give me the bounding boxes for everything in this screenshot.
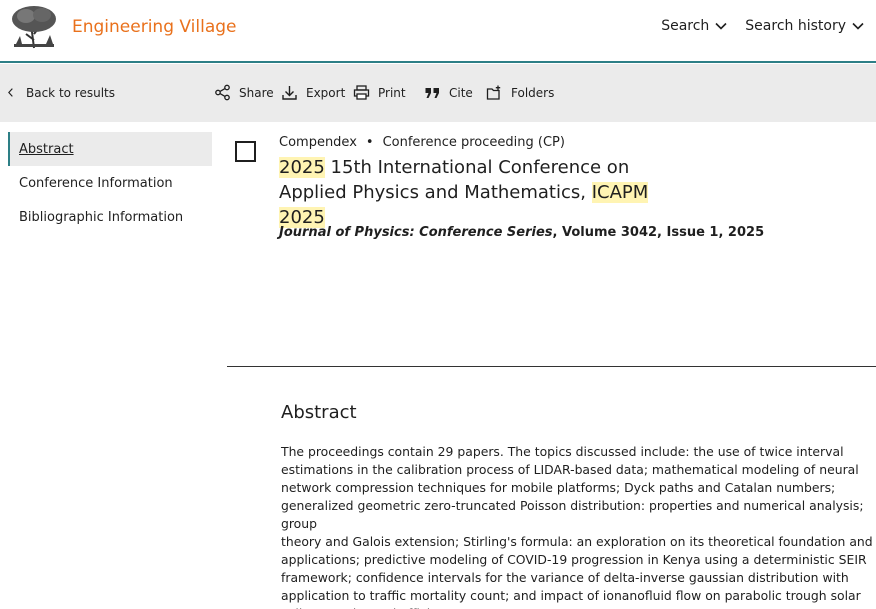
title-highlight-year: 2025 bbox=[279, 157, 325, 178]
share-button[interactable]: Share bbox=[214, 84, 274, 101]
select-record-checkbox[interactable] bbox=[235, 141, 256, 162]
share-label: Share bbox=[239, 85, 274, 100]
brand-title[interactable]: Engineering Village bbox=[72, 17, 237, 37]
printer-icon bbox=[353, 85, 370, 100]
meta-separator: • bbox=[365, 135, 374, 150]
record-meta: Compendex • Conference proceeding (CP) bbox=[279, 135, 565, 150]
abstract-heading: Abstract bbox=[281, 402, 357, 423]
print-label: Print bbox=[378, 85, 406, 100]
folders-button[interactable]: Folders bbox=[486, 84, 554, 101]
search-history-label: Search history bbox=[745, 18, 846, 34]
export-label: Export bbox=[306, 85, 346, 100]
back-to-results-button[interactable]: Back to results bbox=[6, 84, 115, 101]
search-menu[interactable]: Search bbox=[661, 18, 727, 34]
export-button[interactable]: Export bbox=[281, 84, 345, 101]
download-icon bbox=[282, 86, 297, 100]
database-label: Compendex bbox=[279, 135, 357, 150]
search-menu-label: Search bbox=[661, 18, 710, 34]
doc-type-label: Conference proceeding (CP) bbox=[382, 135, 565, 150]
sidebar-item-conference-information[interactable]: Conference Information bbox=[8, 166, 212, 200]
chevron-down-icon bbox=[715, 22, 727, 30]
folder-add-icon bbox=[486, 85, 501, 100]
record-title: 2025 15th International Conference on Ap… bbox=[279, 155, 699, 230]
top-nav: Search Search history bbox=[661, 18, 864, 34]
sidebar-item-bibliographic-information[interactable]: Bibliographic Information bbox=[8, 200, 212, 234]
sidebar-item-abstract[interactable]: Abstract bbox=[8, 132, 212, 166]
top-header: Engineering Village Search Search histor… bbox=[0, 0, 876, 63]
title-highlight-acronym: ICAPM bbox=[591, 182, 649, 203]
section-divider bbox=[227, 366, 876, 367]
abstract-text: The proceedings contain 29 papers. The t… bbox=[281, 444, 873, 609]
record-toolbar: Back to results Share Export Print Cite … bbox=[0, 64, 876, 122]
volume-issue: , Volume 3042, Issue 1, 2025 bbox=[552, 225, 765, 240]
source-journal: Journal of Physics: Conference Series, V… bbox=[279, 225, 764, 240]
journal-name[interactable]: Journal of Physics: Conference Series bbox=[279, 225, 553, 240]
chevron-left-icon bbox=[8, 88, 13, 97]
back-label: Back to results bbox=[26, 85, 116, 100]
share-icon bbox=[215, 84, 230, 101]
elsevier-tree-icon[interactable] bbox=[8, 4, 60, 50]
print-button[interactable]: Print bbox=[353, 84, 406, 101]
quote-icon bbox=[425, 88, 439, 98]
search-history-menu[interactable]: Search history bbox=[745, 18, 864, 34]
cite-button[interactable]: Cite bbox=[424, 84, 473, 101]
title-text: 15th International Conference on Applied… bbox=[279, 157, 630, 203]
folders-label: Folders bbox=[511, 85, 555, 100]
chevron-down-icon bbox=[852, 22, 864, 30]
cite-label: Cite bbox=[449, 85, 473, 100]
